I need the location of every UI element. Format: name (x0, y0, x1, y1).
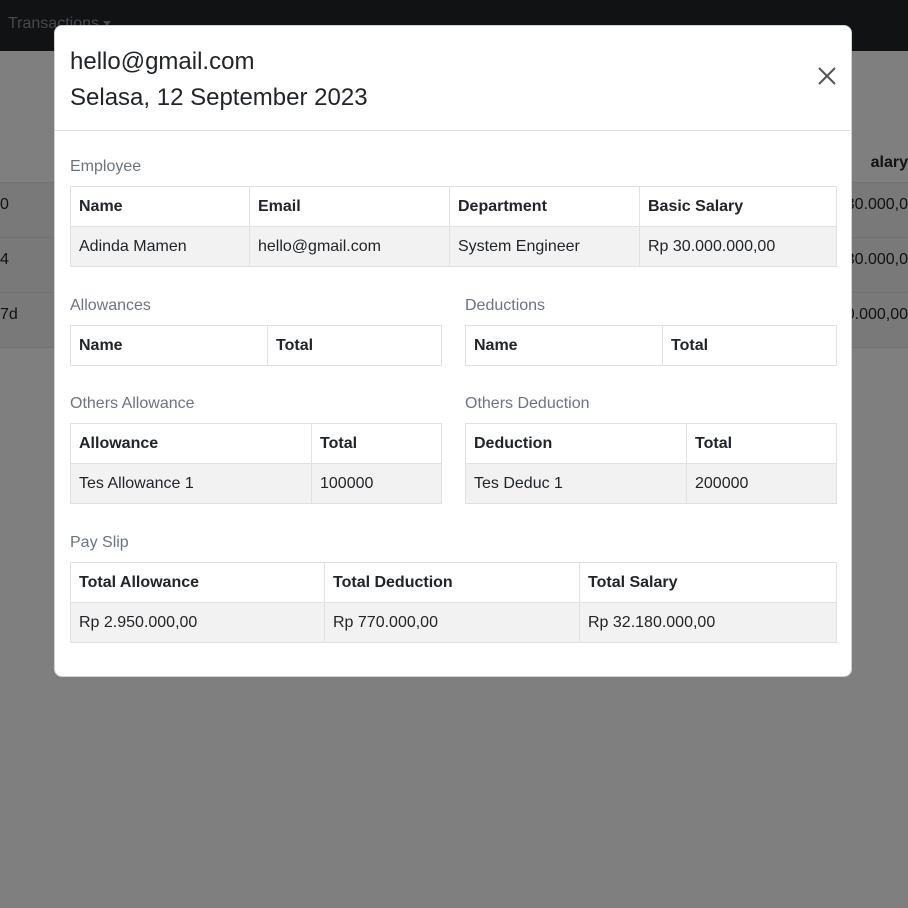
total-deduction-cell: Rp 770.000,00 (324, 602, 580, 643)
close-icon (818, 67, 836, 85)
deductions-section-label: Deductions (465, 297, 546, 314)
table-row: Rp 2.950.000,00 Rp 770.000,00 Rp 32.180.… (70, 602, 837, 643)
close-button[interactable] (817, 66, 837, 86)
allowances-header-name: Name (70, 325, 268, 366)
deductions-table: Name Total (465, 325, 837, 366)
employee-table: Name Email Department Basic Salary Adind… (70, 186, 837, 267)
modal-title-email: hello@gmail.com (70, 48, 255, 75)
modal-header: hello@gmail.com Selasa, 12 September 202… (55, 26, 851, 131)
others-deduction-total-cell: 200000 (686, 463, 837, 504)
others-deduction-name-cell: Tes Deduc 1 (465, 463, 687, 504)
others-deduction-header-total: Total (686, 423, 837, 464)
others-allowance-table: Allowance Total Tes Allowance 1 100000 (70, 423, 442, 504)
employee-section-label: Employee (70, 158, 142, 175)
total-allowance-cell: Rp 2.950.000,00 (70, 602, 325, 643)
others-deduction-table: Deduction Total Tes Deduc 1 200000 (465, 423, 837, 504)
deductions-header-name: Name (465, 325, 663, 366)
allowances-table: Name Total (70, 325, 442, 366)
others-allowance-total-cell: 100000 (311, 463, 442, 504)
others-deduction-header-deduction: Deduction (465, 423, 687, 464)
employee-name-cell: Adinda Mamen (70, 226, 250, 267)
table-row: Tes Allowance 1 100000 (70, 463, 442, 504)
employee-email-cell: hello@gmail.com (249, 226, 450, 267)
deductions-header-total: Total (662, 325, 837, 366)
employee-header-email: Email (249, 186, 450, 227)
pay-slip-section-label: Pay Slip (70, 534, 129, 551)
allowances-section-label: Allowances (70, 297, 151, 314)
pay-slip-header-total-deduction: Total Deduction (324, 562, 580, 603)
others-allowance-section-label: Others Allowance (70, 395, 195, 412)
pay-slip-header-total-allowance: Total Allowance (70, 562, 325, 603)
others-deduction-section-label: Others Deduction (465, 395, 590, 412)
pay-slip-header-total-salary: Total Salary (579, 562, 837, 603)
employee-header-name: Name (70, 186, 250, 227)
employee-department-cell: System Engineer (449, 226, 640, 267)
others-allowance-header-total: Total (311, 423, 442, 464)
payslip-modal: hello@gmail.com Selasa, 12 September 202… (54, 25, 852, 677)
allowances-header-total: Total (267, 325, 442, 366)
pay-slip-table: Total Allowance Total Deduction Total Sa… (70, 562, 837, 643)
employee-basic-salary-cell: Rp 30.000.000,00 (639, 226, 837, 267)
employee-header-department: Department (449, 186, 640, 227)
employee-header-basic-salary: Basic Salary (639, 186, 837, 227)
table-row: Tes Deduc 1 200000 (465, 463, 837, 504)
others-allowance-header-allowance: Allowance (70, 423, 312, 464)
total-salary-cell: Rp 32.180.000,00 (579, 602, 837, 643)
others-allowance-name-cell: Tes Allowance 1 (70, 463, 312, 504)
modal-title-date: Selasa, 12 September 2023 (70, 84, 368, 111)
table-row: Adinda Mamen hello@gmail.com System Engi… (70, 226, 837, 267)
